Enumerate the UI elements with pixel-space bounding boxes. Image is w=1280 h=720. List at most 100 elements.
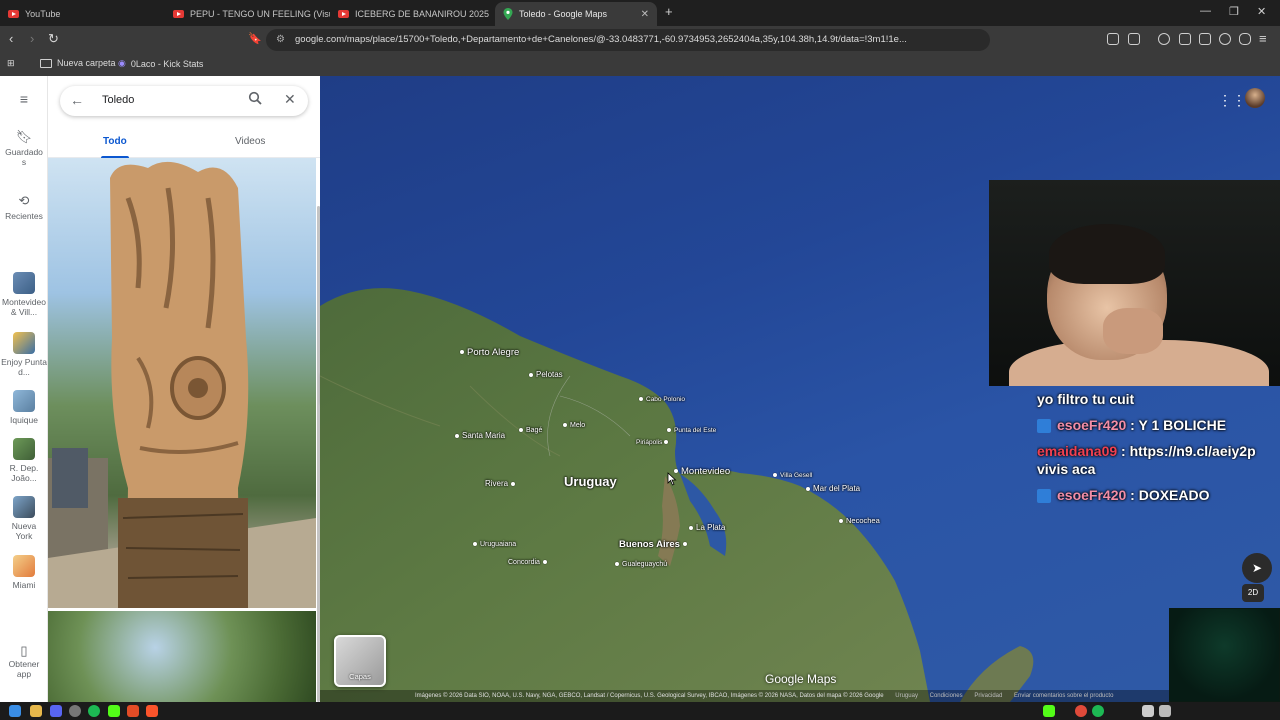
label-text: Santa Maria bbox=[462, 431, 506, 440]
menu-icon[interactable]: ≡ bbox=[1259, 32, 1267, 46]
reload-icon[interactable]: ↻ bbox=[48, 32, 59, 46]
terrain-layer bbox=[320, 288, 1034, 702]
map-label-montevideo[interactable]: Montevideo bbox=[674, 466, 730, 477]
map-label-mar-del-plata[interactable]: Mar del Plata bbox=[806, 484, 860, 493]
map-label-cabo-polonio[interactable]: Cabo Polonio bbox=[639, 396, 685, 403]
tab-iceberg[interactable]: ICEBERG DE BANANIROU 2025 bbox=[330, 2, 495, 26]
new-tab-icon[interactable]: + bbox=[665, 4, 673, 19]
place-photo-carving[interactable] bbox=[48, 158, 316, 608]
map-label-concordia[interactable]: Concordia bbox=[508, 559, 550, 566]
place-thumbnail bbox=[13, 496, 35, 518]
close-window-icon[interactable]: ✕ bbox=[1257, 5, 1266, 18]
rail-item-obtener-app[interactable]: ▯ Obtener app bbox=[0, 643, 48, 679]
folder-icon bbox=[40, 58, 52, 68]
map-label-rivera[interactable]: Rivera bbox=[485, 479, 518, 488]
account-avatar[interactable] bbox=[1245, 88, 1265, 108]
close-tab-icon[interactable]: ✕ bbox=[633, 9, 649, 20]
tray-discord-icon[interactable] bbox=[1142, 705, 1154, 717]
discord-icon[interactable] bbox=[50, 705, 62, 717]
leo-ai-icon[interactable] bbox=[1219, 33, 1231, 45]
search-input[interactable]: Toledo bbox=[102, 94, 134, 106]
app-icon[interactable] bbox=[127, 705, 139, 717]
map-label-uruguaiana[interactable]: Uruguaiana bbox=[473, 541, 516, 548]
minimize-icon[interactable]: — bbox=[1200, 5, 1211, 17]
label-text: Villa Gesell bbox=[780, 472, 813, 479]
url-bar[interactable]: ⚙ google.com/maps/place/15700+Toledo,+De… bbox=[266, 29, 990, 51]
back-icon[interactable]: ‹ bbox=[9, 32, 13, 46]
file-explorer-icon[interactable] bbox=[30, 705, 42, 717]
place-thumbnail bbox=[13, 272, 35, 294]
rail-item-enjoy[interactable]: Enjoy Punta d... bbox=[0, 332, 48, 377]
back-arrow-icon[interactable]: ← bbox=[70, 92, 84, 108]
media-icon[interactable] bbox=[1158, 33, 1170, 45]
rail-item-iquique[interactable]: Iquique bbox=[0, 390, 48, 425]
tray-spotify-icon[interactable] bbox=[1092, 705, 1104, 717]
city-dot bbox=[473, 542, 477, 547]
map-label-piriapolis[interactable]: Piriápolis bbox=[636, 439, 671, 446]
screenshot-icon[interactable] bbox=[1128, 33, 1140, 45]
site-settings-icon[interactable]: ⚙ bbox=[276, 29, 285, 51]
place-photo-trees[interactable] bbox=[48, 611, 316, 702]
rail-item-recientes[interactable]: ⟲ Recientes bbox=[0, 194, 48, 221]
bookmark-page-icon[interactable]: 🔖 bbox=[248, 32, 262, 46]
compass-icon[interactable]: ➤ bbox=[1242, 553, 1272, 583]
rail-item-miami[interactable]: Miami bbox=[0, 555, 48, 590]
chat-text: : Y 1 BOLICHE bbox=[1126, 417, 1227, 433]
search-box[interactable]: ← Toledo ✕ bbox=[60, 86, 308, 116]
map-label-villa-gesell[interactable]: Villa Gesell bbox=[773, 472, 812, 479]
sidebar-icon[interactable] bbox=[1179, 33, 1191, 45]
map-label-pelotas[interactable]: Pelotas bbox=[529, 370, 563, 379]
map-label-necochea[interactable]: Necochea bbox=[839, 516, 880, 525]
rail-item-nueva-york[interactable]: Nueva York bbox=[0, 496, 48, 541]
map-label-punta-del-este[interactable]: Punta del Este bbox=[667, 427, 716, 434]
footer-link-feedback[interactable]: Enviar comentarios sobre el producto bbox=[1014, 693, 1113, 699]
map-canvas[interactable]: ⋮⋮⋮ Porto Alegre Pelotas Cabo Polonio Me… bbox=[320, 76, 1280, 702]
map-label-porto-alegre[interactable]: Porto Alegre bbox=[460, 347, 519, 358]
city-dot bbox=[511, 481, 516, 486]
bookmark-nueva-carpeta[interactable]: Nueva carpeta bbox=[40, 58, 116, 68]
map-label-gualeguaychu[interactable]: Gualeguaychú bbox=[615, 561, 667, 568]
phone-icon: ▯ bbox=[20, 643, 28, 658]
extensions-icon[interactable] bbox=[1107, 33, 1119, 45]
view-2d-button[interactable]: 2D bbox=[1242, 584, 1264, 602]
rail-item-guardados[interactable]: 🔖︎ Guardados bbox=[0, 130, 48, 167]
footer-link-uruguay[interactable]: Uruguay bbox=[895, 693, 918, 699]
tray-app-icon[interactable] bbox=[1075, 705, 1087, 717]
search-icon[interactable] bbox=[248, 91, 262, 108]
map-label-buenos-aires[interactable]: Buenos Aires bbox=[619, 539, 690, 550]
tab-videos[interactable]: Videos bbox=[235, 136, 265, 147]
map-label-uruguay[interactable]: Uruguay bbox=[564, 474, 617, 489]
stream-chat-overlay: yo filtro tu cuit esoeFr420 : Y 1 BOLICH… bbox=[1037, 390, 1280, 512]
search-panel: ← Toledo ✕ Todo Videos bbox=[48, 76, 320, 702]
footer-link-privacidad[interactable]: Privacidad bbox=[974, 693, 1002, 699]
apps-grid-icon[interactable]: ⊞ bbox=[7, 58, 15, 69]
footer-link-condiciones[interactable]: Condiciones bbox=[930, 693, 963, 699]
obs-icon[interactable] bbox=[69, 705, 81, 717]
map-label-la-plata[interactable]: La Plata bbox=[689, 523, 725, 532]
tray-app2-icon[interactable] bbox=[1159, 705, 1171, 717]
clear-search-icon[interactable]: ✕ bbox=[284, 91, 296, 108]
rail-item-joao[interactable]: R. Dep. João... bbox=[0, 438, 48, 483]
map-label-santa-maria[interactable]: Santa Maria bbox=[455, 431, 505, 440]
label-text: Mar del Plata bbox=[813, 484, 861, 493]
restore-icon[interactable]: ❐ bbox=[1229, 5, 1239, 18]
rail-item-montevideo[interactable]: Montevideo & Vill... bbox=[0, 272, 48, 317]
bookmark-kick-stats[interactable]: ◉ 0Laco - Kick Stats bbox=[118, 58, 203, 69]
hamburger-menu-icon[interactable]: ≡ bbox=[0, 92, 48, 106]
tab-youtube[interactable]: YouTube bbox=[0, 2, 165, 26]
layers-button[interactable]: Capas bbox=[334, 635, 386, 687]
wallet-icon[interactable] bbox=[1199, 33, 1211, 45]
vpn-icon[interactable] bbox=[1239, 33, 1251, 45]
tab-todo[interactable]: Todo bbox=[101, 136, 129, 159]
city-dot bbox=[773, 473, 777, 478]
map-label-bage[interactable]: Bagé bbox=[519, 427, 542, 434]
brave-icon[interactable] bbox=[146, 705, 158, 717]
forward-icon[interactable]: › bbox=[30, 32, 34, 46]
tab-pepu[interactable]: PEPU - TENGO UN FEELING (Visualiz bbox=[165, 2, 330, 26]
start-icon[interactable] bbox=[9, 705, 21, 717]
spotify-icon[interactable] bbox=[88, 705, 100, 717]
map-label-melo[interactable]: Melo bbox=[563, 422, 585, 429]
tab-google-maps[interactable]: Toledo - Google Maps ✕ bbox=[495, 2, 657, 26]
kick-icon[interactable] bbox=[108, 705, 120, 717]
tray-kick-icon[interactable] bbox=[1043, 705, 1055, 717]
